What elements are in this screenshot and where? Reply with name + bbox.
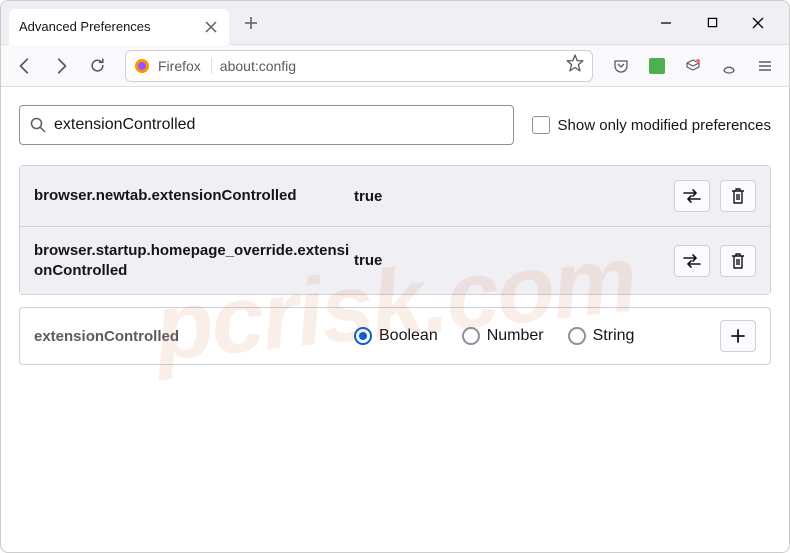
menu-button[interactable] [749,50,781,82]
tab-title: Advanced Preferences [19,19,151,34]
delete-button[interactable] [720,180,756,212]
radio-number[interactable]: Number [462,327,544,345]
url-bar[interactable]: Firefox about:config [125,50,593,82]
delete-button[interactable] [720,245,756,277]
radio-icon [462,327,480,345]
titlebar: Advanced Preferences [1,1,789,45]
back-button[interactable] [9,50,41,82]
search-input[interactable] [54,116,503,134]
navigation-toolbar: Firefox about:config [1,45,789,87]
toggle-button[interactable] [674,245,710,277]
maximize-button[interactable] [689,7,735,39]
url-text: about:config [220,58,558,74]
window-controls [643,7,781,39]
reload-button[interactable] [81,50,113,82]
bookmark-star-icon[interactable] [566,54,584,77]
checkbox-label: Show only modified preferences [558,117,771,134]
extension-icon[interactable] [641,50,673,82]
preferences-table: browser.newtab.extensionControlled true … [19,165,771,295]
pocket-icon[interactable] [605,50,637,82]
pref-value: true [354,252,674,269]
search-box[interactable] [19,105,514,145]
new-tab-button[interactable] [237,9,265,37]
show-modified-checkbox[interactable]: Show only modified preferences [532,116,771,134]
checkbox-icon [532,116,550,134]
search-icon [30,117,46,133]
content-area: Show only modified preferences browser.n… [1,87,789,383]
downloads-icon[interactable] [677,50,709,82]
radio-boolean[interactable]: Boolean [354,327,438,345]
close-window-button[interactable] [735,7,781,39]
close-tab-icon[interactable] [203,19,219,35]
pref-value: true [354,188,674,205]
account-icon[interactable] [713,50,745,82]
radio-string[interactable]: String [568,327,635,345]
new-pref-row: extensionControlled Boolean Number Strin… [19,307,771,365]
radio-label: Boolean [379,327,438,345]
minimize-button[interactable] [643,7,689,39]
toggle-button[interactable] [674,180,710,212]
browser-tab[interactable]: Advanced Preferences [9,9,229,45]
firefox-icon [134,58,150,74]
forward-button[interactable] [45,50,77,82]
radio-label: String [593,327,635,345]
new-pref-name: extensionControlled [34,328,334,345]
add-button[interactable] [720,320,756,352]
type-radio-group: Boolean Number String [354,327,700,345]
pref-name: browser.newtab.extensionControlled [34,186,354,206]
pref-name: browser.startup.homepage_override.extens… [34,241,354,280]
radio-icon [568,327,586,345]
identity-label: Firefox [158,58,212,74]
pref-row: browser.startup.homepage_override.extens… [20,227,770,294]
radio-label: Number [487,327,544,345]
radio-icon [354,327,372,345]
pref-row: browser.newtab.extensionControlled true [20,166,770,227]
